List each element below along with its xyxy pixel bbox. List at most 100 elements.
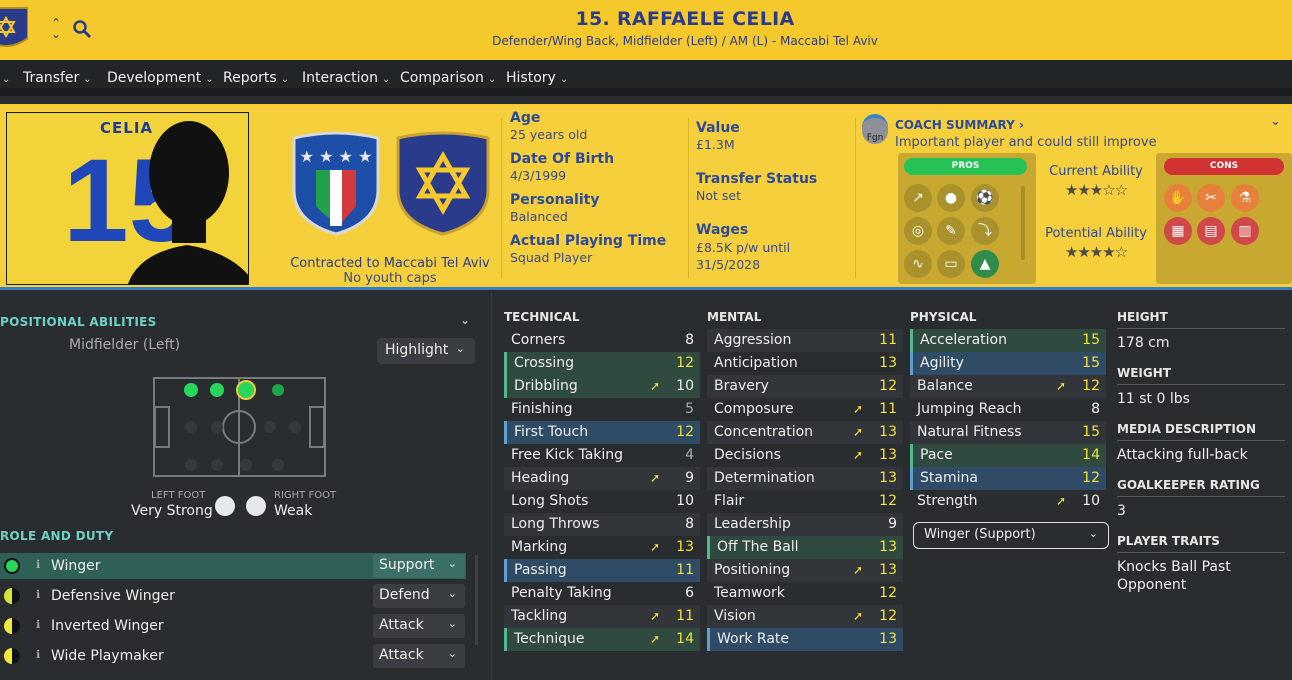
player-positions: Defender/Wing Back, Midfielder (Left) / … xyxy=(492,34,878,48)
attr-teamwork[interactable]: Teamwork 12 xyxy=(707,582,903,605)
role-row-wide-playmaker[interactable]: ℹ Wide Playmaker Attack ⌄ xyxy=(0,643,466,669)
brain-icon[interactable]: ● xyxy=(937,184,965,212)
info-icon[interactable]: ℹ xyxy=(36,588,40,601)
attr-decisions[interactable]: Decisions ➚ 13 xyxy=(707,444,903,467)
calendar-icon[interactable]: ▦ xyxy=(1164,217,1192,245)
wave-icon[interactable]: ∿ xyxy=(904,250,932,278)
attr-anticipation[interactable]: Anticipation 13 xyxy=(707,352,903,375)
info-icon[interactable]: ℹ xyxy=(36,618,40,631)
attr-composure[interactable]: Composure ➚ 11 xyxy=(707,398,903,421)
attr-positioning[interactable]: Positioning ➚ 13 xyxy=(707,559,903,582)
playing-time-value: Squad Player xyxy=(510,250,593,265)
contract-club: Contracted to Maccabi Tel Aviv xyxy=(290,256,490,271)
media-description-value: Attacking full-back xyxy=(1117,447,1248,463)
improving-arrow-icon: ➚ xyxy=(649,379,660,393)
attr-vision[interactable]: Vision ➚ 12 xyxy=(707,605,903,628)
attr-long-shots[interactable]: Long Shots 10 xyxy=(504,490,700,513)
position-pitch xyxy=(153,377,326,477)
age-value: 25 years old xyxy=(510,127,588,142)
attr-finishing[interactable]: Finishing 5 xyxy=(504,398,700,421)
attr-bravery[interactable]: Bravery 12 xyxy=(707,375,903,398)
improving-arrow-icon: ➚ xyxy=(852,609,863,623)
role-row-defensive-winger[interactable]: ℹ Defensive Winger Defend ⌄ xyxy=(0,583,466,609)
attr-tackling[interactable]: Tackling ➚ 11 xyxy=(504,605,700,628)
attr-work-rate[interactable]: Work Rate 13 xyxy=(707,628,903,651)
divider xyxy=(688,118,689,278)
collapse-chevron-icon[interactable]: ⌄ xyxy=(1270,114,1281,129)
role-row-inverted-winger[interactable]: ℹ Inverted Winger Attack ⌄ xyxy=(0,613,466,639)
personality-value[interactable]: Balanced xyxy=(510,209,690,224)
attr-concentration[interactable]: Concentration ➚ 13 xyxy=(707,421,903,444)
pitch-icon[interactable]: ▭ xyxy=(937,250,965,278)
duty-dropdown[interactable]: Attack ⌄ xyxy=(373,614,465,638)
duty-dropdown[interactable]: Defend ⌄ xyxy=(373,584,465,608)
roles-scrollbar[interactable] xyxy=(475,555,478,645)
pen-icon[interactable]: ✎ xyxy=(937,217,965,245)
attr-penalty-taking[interactable]: Penalty Taking 6 xyxy=(504,582,700,605)
current-ability: Current Ability ★★★☆☆ xyxy=(1040,164,1152,199)
attr-heading[interactable]: Heading ➚ 9 xyxy=(504,467,700,490)
attr-passing[interactable]: Passing 11 xyxy=(504,559,700,582)
attr-flair[interactable]: Flair 12 xyxy=(707,490,903,513)
attr-jumping-reach[interactable]: Jumping Reach 8 xyxy=(910,398,1106,421)
menu-history[interactable]: History ⌄ xyxy=(506,70,568,86)
attr-natural-fitness[interactable]: Natural Fitness 15 xyxy=(910,421,1106,444)
dob-value: 4/3/1999 xyxy=(510,168,567,183)
foot-icon[interactable]: ✋ xyxy=(1164,184,1192,212)
cons-panel: CONS ✋ ✂ ⚗ ▦ ▤ ▥ xyxy=(1156,153,1292,284)
attr-acceleration[interactable]: Acceleration 15 xyxy=(910,329,1106,352)
nation-and-club-emblems: ★ ★ ★ ★ xyxy=(292,131,490,236)
left-foot-label: LEFT FOOT xyxy=(151,490,206,501)
attr-agility[interactable]: Agility 15 xyxy=(910,352,1106,375)
injury-icon[interactable]: ✂ xyxy=(1197,184,1225,212)
attr-crossing[interactable]: Crossing 12 xyxy=(504,352,700,375)
boot-icon[interactable]: ▲ xyxy=(971,250,999,278)
attr-technique[interactable]: Technique ➚ 14 xyxy=(504,628,700,651)
attr-strength[interactable]: Strength ➚ 10 xyxy=(910,490,1106,513)
menu-interaction[interactable]: Interaction ⌄ xyxy=(302,70,390,86)
player-details-right: Value £1.3M Transfer Status Not set Wage… xyxy=(696,120,846,282)
improving-arrow-icon: ➚ xyxy=(1055,379,1066,393)
menu-transfer[interactable]: Transfer ⌄ xyxy=(23,70,92,86)
role-row-winger[interactable]: ℹ Winger Support ⌄ xyxy=(0,553,466,579)
role-name: Winger xyxy=(51,558,101,574)
attr-leadership[interactable]: Leadership 9 xyxy=(707,513,903,536)
ball-icon[interactable]: ⚽ xyxy=(971,184,999,212)
attr-marking[interactable]: Marking ➚ 13 xyxy=(504,536,700,559)
contract-icon[interactable]: ▥ xyxy=(1231,217,1259,245)
attr-first-touch[interactable]: First Touch 12 xyxy=(504,421,700,444)
tackle-icon[interactable]: ⤵ xyxy=(971,217,999,245)
report-icon[interactable]: ▤ xyxy=(1197,217,1225,245)
flask-icon[interactable]: ⚗ xyxy=(1231,184,1259,212)
info-icon[interactable]: ℹ xyxy=(36,648,40,661)
duty-dropdown[interactable]: Support ⌄ xyxy=(373,554,465,578)
duty-dropdown[interactable]: Attack ⌄ xyxy=(373,644,465,668)
player-traits-value[interactable]: Knocks Ball Past Opponent xyxy=(1117,558,1285,594)
attr-pace[interactable]: Pace 14 xyxy=(910,444,1106,467)
attr-determination[interactable]: Determination 13 xyxy=(707,467,903,490)
menu-reports[interactable]: Reports ⌄ xyxy=(223,70,289,86)
menu-development[interactable]: Development ⌄ xyxy=(107,70,214,86)
highlight-dropdown[interactable]: Highlight ⌄ xyxy=(377,338,475,364)
info-icon[interactable]: ℹ xyxy=(36,558,40,571)
attr-aggression[interactable]: Aggression 11 xyxy=(707,329,903,352)
attr-stamina[interactable]: Stamina 12 xyxy=(910,467,1106,490)
transfer-status-value[interactable]: Not set xyxy=(696,188,846,203)
coach-summary-title[interactable]: COACH SUMMARY › xyxy=(895,118,1024,132)
menu-overview-chevron[interactable]: ⌄ xyxy=(0,70,10,86)
attr-free-kick-taking[interactable]: Free Kick Taking 4 xyxy=(504,444,700,467)
attr-long-throws[interactable]: Long Throws 8 xyxy=(504,513,700,536)
attr-dribbling[interactable]: Dribbling ➚ 10 xyxy=(504,375,700,398)
target-icon[interactable]: ◎ xyxy=(904,217,932,245)
positional-collapse-icon[interactable]: ⌄ xyxy=(460,313,470,327)
role-highlight-select[interactable]: Winger (Support) ⌄ xyxy=(913,522,1109,549)
attr-balance[interactable]: Balance ➚ 12 xyxy=(910,375,1106,398)
pros-scrollbar[interactable] xyxy=(1021,186,1025,260)
role-suitability-dot xyxy=(4,618,20,634)
attr-corners[interactable]: Corners 8 xyxy=(504,329,700,352)
improving-arrow-icon: ➚ xyxy=(649,609,660,623)
menu-comparison[interactable]: Comparison ⌄ xyxy=(400,70,496,86)
trend-up-icon[interactable]: ↗ xyxy=(904,184,932,212)
attr-off-the-ball[interactable]: Off The Ball 13 xyxy=(707,536,903,559)
menu-bar: ⌄ Transfer ⌄ Development ⌄ Reports ⌄ Intera… xyxy=(0,60,1292,96)
